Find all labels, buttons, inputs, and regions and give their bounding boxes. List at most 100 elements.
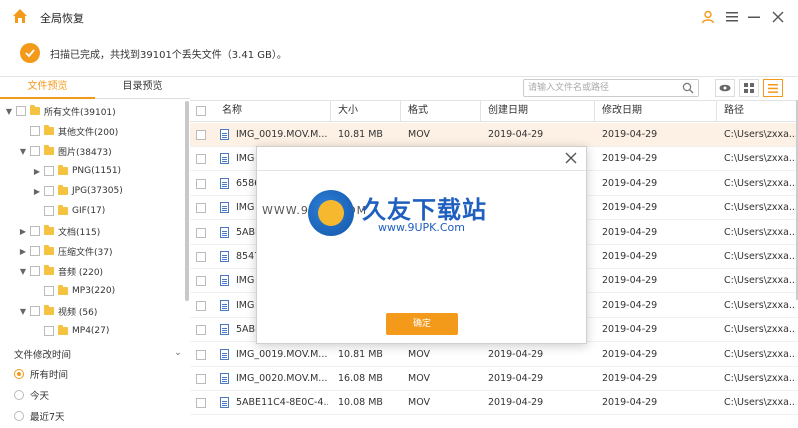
tree-checkbox[interactable] xyxy=(30,306,40,316)
row-checkbox[interactable] xyxy=(196,252,206,262)
table-row[interactable]: 5ABE11C4-8E0C-4... 10.08 MB MOV 2019-04-29 2… xyxy=(190,391,798,416)
tree-item-png[interactable]: ▶ PNG(1151) xyxy=(32,161,121,181)
modified-time-filter[interactable]: 文件修改时间 ⌄ xyxy=(14,347,182,361)
tree-item-video[interactable]: ▼ 视频 (56) xyxy=(18,301,97,321)
chevron-down-icon[interactable]: ▼ xyxy=(4,107,14,116)
cell-path: C:\Users\zxxa... xyxy=(724,397,796,409)
tree-item-mp4[interactable]: MP4(27) xyxy=(32,321,109,341)
tree-item-jpg[interactable]: ▶ JPG(37305) xyxy=(32,181,123,201)
menu-icon[interactable] xyxy=(724,9,740,25)
tree-scrollbar[interactable] xyxy=(185,101,189,301)
tree-item-other[interactable]: 其他文件(200) xyxy=(18,121,118,141)
select-all-checkbox[interactable] xyxy=(196,106,206,116)
chevron-right-icon[interactable]: ▶ xyxy=(18,227,28,236)
search-input[interactable]: 请输入文件名或路径 xyxy=(523,79,699,97)
grid-view-button[interactable] xyxy=(739,79,759,97)
minimize-icon[interactable] xyxy=(746,9,762,25)
folder-icon xyxy=(44,245,54,255)
chevron-down-icon[interactable]: ▼ xyxy=(18,307,28,316)
cell-path: C:\Users\zxxa... xyxy=(724,275,796,287)
tree-item-documents[interactable]: ▶ 文档(115) xyxy=(18,221,100,241)
close-icon[interactable] xyxy=(770,9,786,25)
tree-item-gif[interactable]: GIF(17) xyxy=(32,201,105,221)
tree-checkbox[interactable] xyxy=(16,106,26,116)
table-row[interactable]: IMG_0020.MOV.M... 16.08 MB MOV 2019-04-29 20… xyxy=(190,367,798,391)
cell-created: 2019-04-29 xyxy=(488,397,544,409)
tree-item-images[interactable]: ▼ 图片(38473) xyxy=(18,141,112,161)
tree-checkbox[interactable] xyxy=(44,166,54,176)
close-icon[interactable] xyxy=(564,151,578,165)
cell-name: IMG_0020.MOV.M... xyxy=(236,373,328,384)
tree-checkbox[interactable] xyxy=(30,126,40,136)
tab-directory-preview[interactable]: 目录预览 xyxy=(95,77,190,99)
column-divider[interactable] xyxy=(400,100,401,122)
tree-checkbox[interactable] xyxy=(30,246,40,256)
column-divider[interactable] xyxy=(716,100,717,122)
row-checkbox[interactable] xyxy=(196,300,206,311)
row-checkbox[interactable] xyxy=(196,374,206,384)
row-checkbox[interactable] xyxy=(196,398,206,409)
chevron-down-icon[interactable]: ▼ xyxy=(18,147,28,156)
chevron-right-icon[interactable]: ▶ xyxy=(32,167,42,176)
cell-size: 16.08 MB xyxy=(338,373,383,384)
tree-checkbox[interactable] xyxy=(30,266,40,276)
row-checkbox[interactable] xyxy=(196,325,206,336)
tree-checkbox[interactable] xyxy=(44,186,54,196)
column-divider[interactable] xyxy=(480,100,481,122)
tree-checkbox[interactable] xyxy=(30,146,40,156)
column-header-name[interactable]: 名称 xyxy=(222,101,242,121)
row-checkbox[interactable] xyxy=(196,227,206,238)
cell-modified: 2019-04-29 xyxy=(602,129,658,140)
tab-file-preview[interactable]: 文件预览 xyxy=(0,77,95,99)
tree-checkbox[interactable] xyxy=(44,206,54,216)
column-divider[interactable] xyxy=(330,100,331,122)
tree-checkbox[interactable] xyxy=(44,326,54,336)
list-view-button[interactable] xyxy=(763,79,783,97)
column-header-created[interactable]: 创建日期 xyxy=(488,101,528,121)
filter-option-all-time[interactable]: 所有时间 xyxy=(14,365,68,383)
radio[interactable] xyxy=(14,411,24,421)
filter-option-today[interactable]: 今天 xyxy=(14,386,49,404)
column-divider[interactable] xyxy=(594,100,595,122)
ok-button[interactable]: 确定 xyxy=(386,313,458,335)
row-checkbox[interactable] xyxy=(196,276,206,287)
chevron-down-icon[interactable]: ⌄ xyxy=(174,347,182,361)
preview-view-button[interactable] xyxy=(715,79,735,97)
search-icon[interactable] xyxy=(682,82,694,94)
chevron-right-icon[interactable]: ▶ xyxy=(32,187,42,196)
tree-label: 压缩文件(37) xyxy=(58,247,113,258)
tree-checkbox[interactable] xyxy=(30,226,40,236)
search-placeholder: 请输入文件名或路径 xyxy=(528,83,610,93)
filter-option-last-7-days[interactable]: 最近7天 xyxy=(14,407,65,425)
row-checkbox[interactable] xyxy=(196,154,206,165)
file-icon xyxy=(220,251,229,262)
row-checkbox[interactable] xyxy=(196,349,206,360)
row-checkbox[interactable] xyxy=(196,178,206,189)
radio-selected[interactable] xyxy=(14,369,24,379)
cell-modified: 2019-04-29 xyxy=(602,348,658,360)
file-icon xyxy=(220,275,229,287)
filter-option-label: 今天 xyxy=(30,391,50,402)
tree-checkbox[interactable] xyxy=(44,286,54,296)
tree-item-mp3[interactable]: MP3(220) xyxy=(32,281,115,301)
column-header-size[interactable]: 大小 xyxy=(338,101,358,121)
row-checkbox[interactable] xyxy=(196,203,206,214)
table-row[interactable]: IMG_0019.MOV.M... 10.81 MB MOV 2019-04-29 20… xyxy=(190,123,798,147)
row-checkbox[interactable] xyxy=(196,130,206,140)
cell-modified: 2019-04-29 xyxy=(602,153,658,165)
column-header-modified[interactable]: 修改日期 xyxy=(602,101,642,121)
tree-item-archives[interactable]: ▶ 压缩文件(37) xyxy=(18,241,112,261)
cell-name: IMG_0019.MOV.M... xyxy=(236,129,328,140)
tree-item-audio[interactable]: ▼ 音频 (220) xyxy=(18,261,103,281)
radio[interactable] xyxy=(14,390,24,400)
column-header-path[interactable]: 路径 xyxy=(724,101,744,121)
chevron-down-icon[interactable]: ▼ xyxy=(18,267,28,276)
user-icon[interactable] xyxy=(700,9,716,25)
column-header-format[interactable]: 格式 xyxy=(408,101,428,121)
table-row[interactable]: IMG_0019.MOV.M... 10.81 MB MOV 2019-04-29 20… xyxy=(190,343,798,367)
tree-item-all[interactable]: ▼ 所有文件(39101) xyxy=(4,101,116,121)
title-bar: 全局恢复 xyxy=(0,0,798,34)
chevron-right-icon[interactable]: ▶ xyxy=(18,247,28,256)
cell-path: C:\Users\zxxa... xyxy=(724,299,796,311)
home-icon[interactable] xyxy=(12,8,28,24)
